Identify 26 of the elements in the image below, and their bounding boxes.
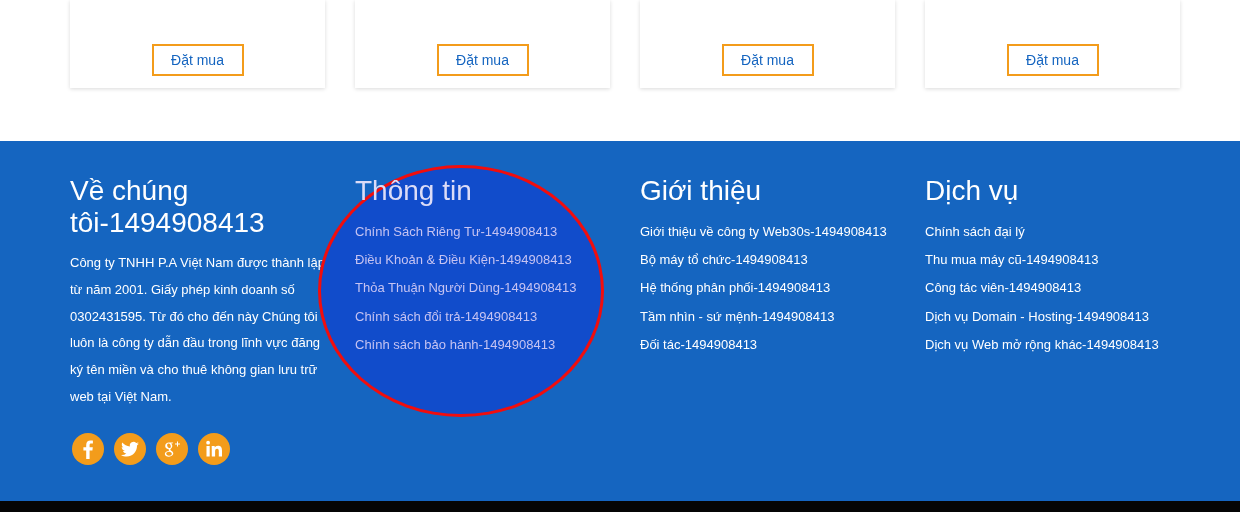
footer-link[interactable]: Chính Sách Riêng Tư-1494908413: [355, 218, 610, 247]
section-heading: Giới thiệu: [640, 175, 763, 207]
footer-link[interactable]: Tầm nhìn - sứ mệnh-1494908413: [640, 302, 895, 331]
footer-link[interactable]: Chính sách đại lý: [925, 218, 1180, 247]
footer-link[interactable]: Chính sách bảo hành-1494908413: [355, 330, 610, 359]
order-button[interactable]: Đặt mua: [151, 44, 244, 76]
footer-link[interactable]: Dịch vụ Web mở rộng khác-1494908413: [925, 330, 1180, 359]
section-heading: Dịch vụ: [925, 175, 1020, 207]
footer-link[interactable]: Bộ máy tổ chức-1494908413: [640, 246, 895, 275]
footer-link[interactable]: Điều Khoản & Điều Kiện-1494908413: [355, 246, 610, 275]
twitter-icon[interactable]: [114, 432, 146, 465]
order-button[interactable]: Đặt mua: [436, 44, 529, 76]
footer-link[interactable]: Đối tác-1494908413: [640, 330, 895, 359]
section-heading: Về chúng tôi-1494908413: [70, 175, 266, 239]
order-button[interactable]: Đặt mua: [721, 44, 814, 76]
facebook-icon[interactable]: [72, 432, 104, 465]
footer-link[interactable]: Giới thiệu về công ty Web30s-1494908413: [640, 218, 895, 247]
footer-link[interactable]: Dịch vụ Domain - Hosting-1494908413: [925, 302, 1180, 331]
footer-link[interactable]: Thỏa Thuận Người Dùng-1494908413: [355, 274, 610, 303]
linkedin-icon[interactable]: [198, 432, 230, 465]
footer-link[interactable]: Công tác viên-1494908413: [925, 274, 1180, 303]
footer-link[interactable]: Chính sách đổi trả-1494908413: [355, 302, 610, 331]
google-plus-icon[interactable]: [156, 432, 188, 465]
order-button[interactable]: Đặt mua: [1006, 44, 1099, 76]
footer-link[interactable]: Thu mua máy cũ-1494908413: [925, 246, 1180, 275]
footer-link[interactable]: Hệ thống phân phối-1494908413: [640, 274, 895, 303]
